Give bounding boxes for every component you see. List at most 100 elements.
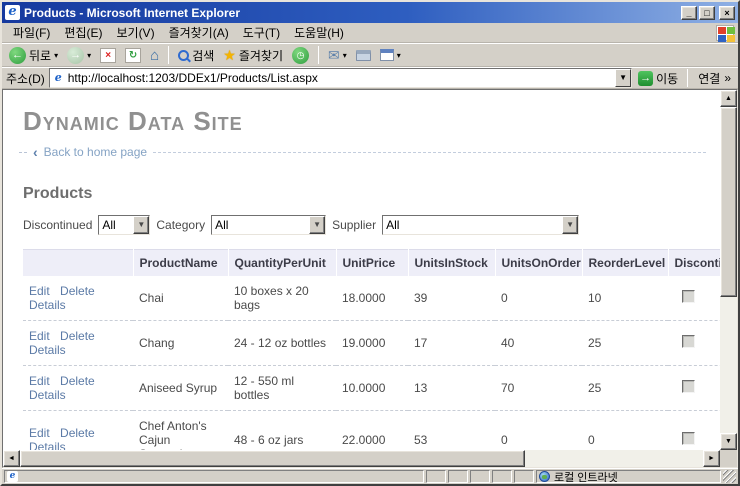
status-bar: e 로컬 인트라넷 <box>2 468 738 484</box>
links-chevrons-icon: » <box>724 71 731 85</box>
dashed-rule <box>153 151 706 153</box>
details-link[interactable]: Details <box>29 388 66 402</box>
mail-button[interactable]: ✉ ▾ <box>325 47 350 63</box>
cell-unitsinstock: 53 <box>408 410 495 450</box>
menu-view[interactable]: 보기(V) <box>109 22 161 43</box>
forward-button[interactable]: → ▾ <box>64 46 94 65</box>
vertical-scrollbar-thumb[interactable] <box>720 107 737 297</box>
chevron-down-icon[interactable]: ▼ <box>309 216 326 234</box>
address-label: 주소(D) <box>6 71 45 86</box>
site-title: Dynamic Data Site <box>23 106 243 136</box>
back-icon: ← <box>9 46 26 64</box>
dash-decoration <box>19 151 27 153</box>
filter-discontinued-select[interactable]: All ▼ <box>98 215 151 235</box>
chevron-down-icon[interactable]: ▼ <box>562 216 579 234</box>
edit-link[interactable]: Edit <box>29 426 50 440</box>
filter-supplier-label: Supplier <box>332 218 377 232</box>
address-input[interactable]: e http://localhost:1203/DDEx1/Products/L… <box>48 68 633 88</box>
edit-link[interactable]: Edit <box>29 374 50 388</box>
delete-link[interactable]: Delete <box>60 374 95 388</box>
scroll-right-button[interactable]: ► <box>703 450 720 467</box>
cell-reorderlevel: 25 <box>582 320 668 366</box>
viewport: Dynamic Data Site ‹ Back to home page Pr… <box>2 89 738 468</box>
edit-button[interactable]: ▾ <box>377 48 404 62</box>
refresh-button[interactable]: ↻ <box>122 47 144 64</box>
filter-category-value: All <box>215 218 229 232</box>
cell-productname: Chef Anton's Cajun Seasoning <box>133 410 228 450</box>
vertical-scrollbar[interactable]: ▲ ▼ <box>720 90 737 450</box>
history-button[interactable]: ◷ <box>289 46 312 65</box>
edit-dropdown-icon[interactable]: ▾ <box>397 51 401 60</box>
menu-help[interactable]: 도움말(H) <box>287 22 351 43</box>
discontinued-checkbox[interactable] <box>682 379 695 393</box>
mail-dropdown-icon[interactable]: ▾ <box>343 51 347 60</box>
cell-unitsinstock: 17 <box>408 320 495 366</box>
cell-discontinued <box>668 365 720 411</box>
address-url[interactable]: http://localhost:1203/DDEx1/Products/Lis… <box>68 71 612 85</box>
details-link[interactable]: Details <box>29 440 66 451</box>
table-row: Edit Delete Details Chef Anton's Cajun S… <box>23 410 720 450</box>
back-to-home-link[interactable]: Back to home page <box>44 145 147 159</box>
stop-button[interactable]: × <box>97 47 119 64</box>
print-button[interactable] <box>353 49 374 62</box>
scroll-down-button[interactable]: ▼ <box>720 433 737 450</box>
delete-link[interactable]: Delete <box>60 329 95 343</box>
vertical-scrollbar-track[interactable] <box>720 297 737 433</box>
menu-edit[interactable]: 편집(E) <box>57 22 109 43</box>
actions-cell: Edit Delete Details <box>23 275 133 321</box>
filter-supplier-select[interactable]: All ▼ <box>382 215 580 235</box>
maximize-button[interactable]: □ <box>699 5 715 20</box>
edit-link[interactable]: Edit <box>29 284 50 298</box>
chevron-down-icon[interactable]: ▼ <box>133 216 150 234</box>
details-link[interactable]: Details <box>29 298 66 312</box>
cell-unitprice: 18.0000 <box>336 275 408 321</box>
details-link[interactable]: Details <box>29 343 66 357</box>
address-separator <box>687 69 689 87</box>
minimize-button[interactable]: _ <box>681 5 697 20</box>
cell-quantityperunit: 10 boxes x 20 bags <box>228 275 336 321</box>
back-button[interactable]: ← 뒤로 ▾ <box>6 46 61 65</box>
address-dropdown-icon[interactable]: ▼ <box>615 69 632 87</box>
horizontal-scrollbar-thumb[interactable] <box>20 450 525 467</box>
cell-reorderlevel: 25 <box>582 365 668 411</box>
products-table: ProductName QuantityPerUnit UnitPrice Un… <box>23 249 720 450</box>
column-header-discontinued: Discontinued <box>668 249 720 276</box>
menu-favorites[interactable]: 즐겨찾기(A) <box>162 22 236 43</box>
cell-reorderlevel: 10 <box>582 275 668 321</box>
page-content: Dynamic Data Site ‹ Back to home page Pr… <box>3 90 720 450</box>
filter-category-select[interactable]: All ▼ <box>211 215 327 235</box>
back-dropdown-icon[interactable]: ▾ <box>54 51 58 60</box>
go-button[interactable]: → 이동 <box>636 70 680 87</box>
delete-link[interactable]: Delete <box>60 284 95 298</box>
edit-link[interactable]: Edit <box>29 329 50 343</box>
globe-icon <box>539 471 550 482</box>
close-button[interactable]: × <box>719 5 735 20</box>
menu-file[interactable]: 파일(F) <box>6 22 57 43</box>
links-button[interactable]: 연결 » <box>695 70 734 87</box>
home-button[interactable]: ⌂ <box>147 47 162 64</box>
menu-tools[interactable]: 도구(T) <box>236 22 287 43</box>
delete-link[interactable]: Delete <box>60 426 95 440</box>
menu-bar: 파일(F) 편집(E) 보기(V) 즐겨찾기(A) 도구(T) 도움말(H) <box>2 23 738 43</box>
cell-unitsonorder: 40 <box>495 320 582 366</box>
discontinued-checkbox[interactable] <box>682 289 695 303</box>
discontinued-checkbox[interactable] <box>682 334 695 348</box>
search-button[interactable]: 검색 <box>175 46 217 65</box>
back-label: 뒤로 <box>29 48 52 63</box>
horizontal-scrollbar[interactable]: ◄ ► <box>3 450 720 467</box>
search-icon <box>178 49 190 61</box>
status-main-panel: e <box>4 470 424 483</box>
cell-unitprice: 10.0000 <box>336 365 408 411</box>
forward-dropdown-icon[interactable]: ▾ <box>87 51 91 60</box>
cell-productname: Aniseed Syrup <box>133 365 228 411</box>
filter-bar: Discontinued All ▼ Category All ▼ Suppli… <box>23 215 720 235</box>
cell-unitsonorder: 70 <box>495 365 582 411</box>
discontinued-checkbox[interactable] <box>682 431 695 445</box>
resize-grip[interactable] <box>723 470 736 483</box>
scroll-left-button[interactable]: ◄ <box>3 450 20 467</box>
cell-unitprice: 19.0000 <box>336 320 408 366</box>
favorites-button[interactable]: ★ 즐겨찾기 <box>220 46 286 65</box>
status-panel <box>448 470 468 483</box>
scroll-up-button[interactable]: ▲ <box>720 90 737 107</box>
horizontal-scrollbar-track[interactable] <box>525 450 703 467</box>
